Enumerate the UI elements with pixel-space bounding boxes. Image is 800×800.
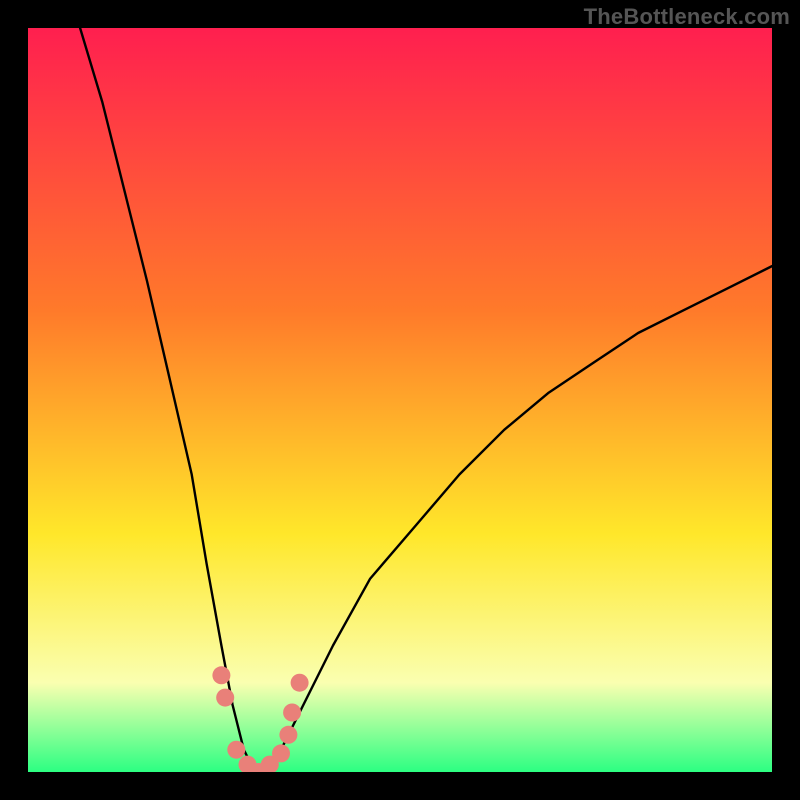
plot-area — [28, 28, 772, 772]
plot-svg — [28, 28, 772, 772]
marker-dot — [291, 674, 309, 692]
chart-frame: TheBottleneck.com — [0, 0, 800, 800]
marker-dot — [283, 704, 301, 722]
marker-dot — [216, 689, 234, 707]
watermark-text: TheBottleneck.com — [584, 4, 790, 30]
marker-dot — [272, 744, 290, 762]
gradient-background — [28, 28, 772, 772]
marker-dot — [212, 666, 230, 684]
marker-dot — [279, 726, 297, 744]
marker-dot — [227, 741, 245, 759]
